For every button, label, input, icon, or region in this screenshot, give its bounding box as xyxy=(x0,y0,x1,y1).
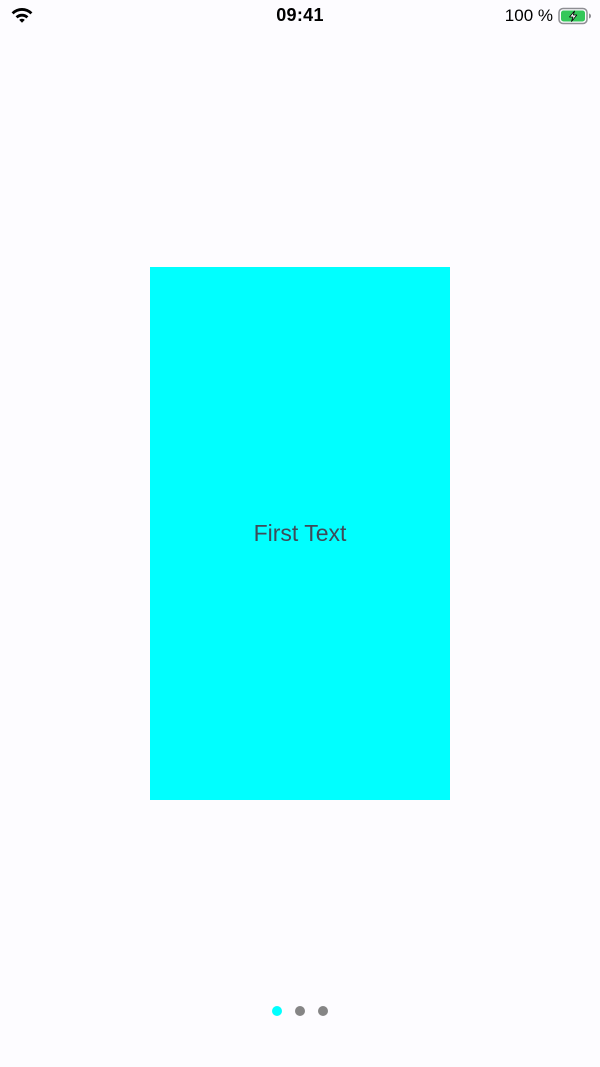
page-card[interactable]: First Text xyxy=(150,267,450,800)
status-bar: 09:41 100 % xyxy=(0,0,600,32)
page-dot[interactable] xyxy=(318,1006,328,1016)
card-text: First Text xyxy=(253,520,347,546)
page-dot-active[interactable] xyxy=(272,1006,282,1016)
battery-indicator: 100 % xyxy=(505,5,592,27)
battery-percentage: 100 % xyxy=(504,6,553,25)
page-indicator[interactable] xyxy=(0,1006,600,1018)
screen: 09:41 100 % First Text xyxy=(0,0,600,1067)
page-dot[interactable] xyxy=(295,1006,305,1016)
battery-charging-icon xyxy=(558,7,591,25)
